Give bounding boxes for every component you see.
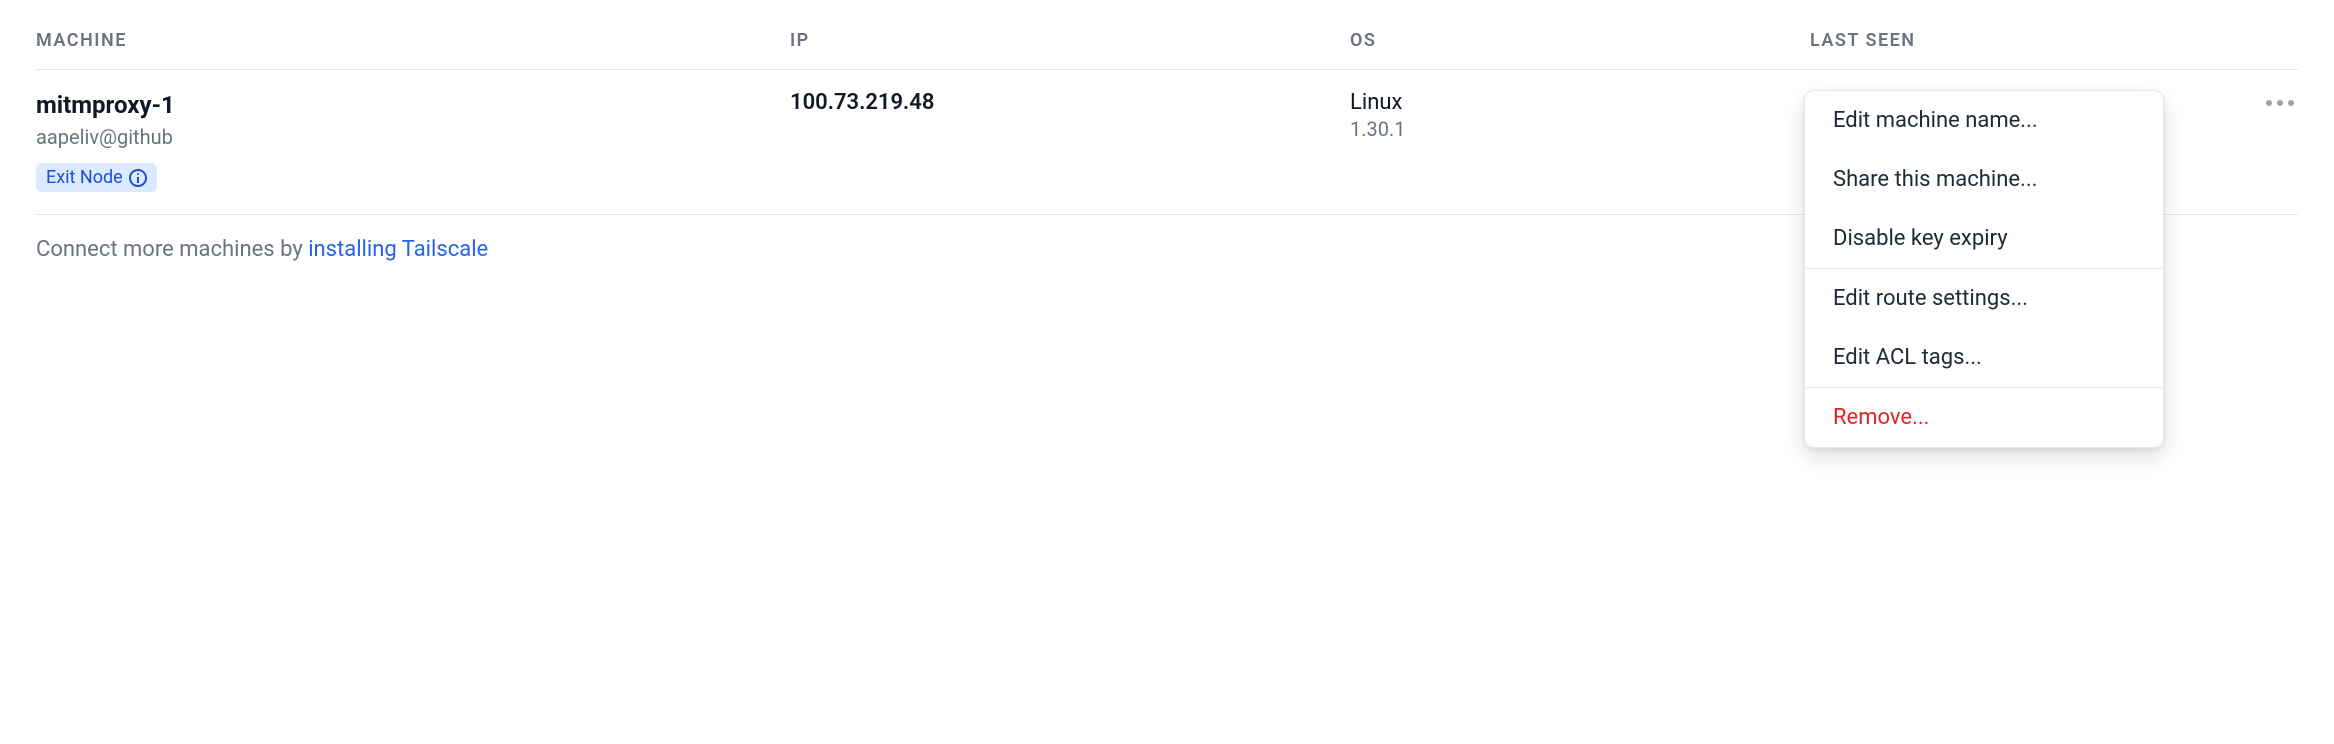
cell-ip: 100.73.219.48: [790, 90, 1350, 192]
install-tailscale-link[interactable]: installing Tailscale: [308, 237, 488, 262]
badge-label: Exit Node: [46, 167, 123, 188]
menu-edit-route-settings[interactable]: Edit route settings...: [1805, 269, 2163, 328]
table-row: mitmproxy-1 aapeliv@github Exit Node 100…: [36, 70, 2298, 215]
dots-icon: [2266, 100, 2272, 106]
menu-edit-acl-tags[interactable]: Edit ACL tags...: [1805, 328, 2163, 387]
info-icon: [129, 169, 147, 187]
column-header-ip: IP: [790, 30, 1350, 51]
table-header-row: MACHINE IP OS LAST SEEN: [36, 30, 2298, 70]
menu-edit-machine-name[interactable]: Edit machine name...: [1805, 91, 2163, 150]
menu-share-machine[interactable]: Share this machine...: [1805, 150, 2163, 209]
dots-icon: [2288, 100, 2294, 106]
menu-disable-key-expiry[interactable]: Disable key expiry: [1805, 209, 2163, 268]
menu-remove[interactable]: Remove...: [1805, 388, 2163, 447]
machines-table: MACHINE IP OS LAST SEEN mitmproxy-1 aape…: [36, 30, 2298, 215]
more-options-button[interactable]: [2262, 90, 2298, 116]
os-name: Linux: [1350, 90, 1810, 115]
machine-name[interactable]: mitmproxy-1: [36, 90, 790, 121]
cell-last-seen: Edit machine name... Share this machine.…: [1810, 90, 2298, 192]
context-menu: Edit machine name... Share this machine.…: [1804, 90, 2164, 448]
os-version: 1.30.1: [1350, 117, 1810, 141]
machine-user: aapeliv@github: [36, 123, 790, 151]
ip-address: 100.73.219.48: [790, 90, 1350, 115]
column-header-machine: MACHINE: [36, 30, 790, 51]
column-header-os: OS: [1350, 30, 1810, 51]
column-header-last-seen: LAST SEEN: [1810, 30, 2298, 51]
footer-prefix: Connect more machines by: [36, 237, 308, 262]
exit-node-badge[interactable]: Exit Node: [36, 163, 157, 192]
cell-os: Linux 1.30.1: [1350, 90, 1810, 192]
cell-machine: mitmproxy-1 aapeliv@github Exit Node: [36, 90, 790, 192]
dots-icon: [2277, 100, 2283, 106]
